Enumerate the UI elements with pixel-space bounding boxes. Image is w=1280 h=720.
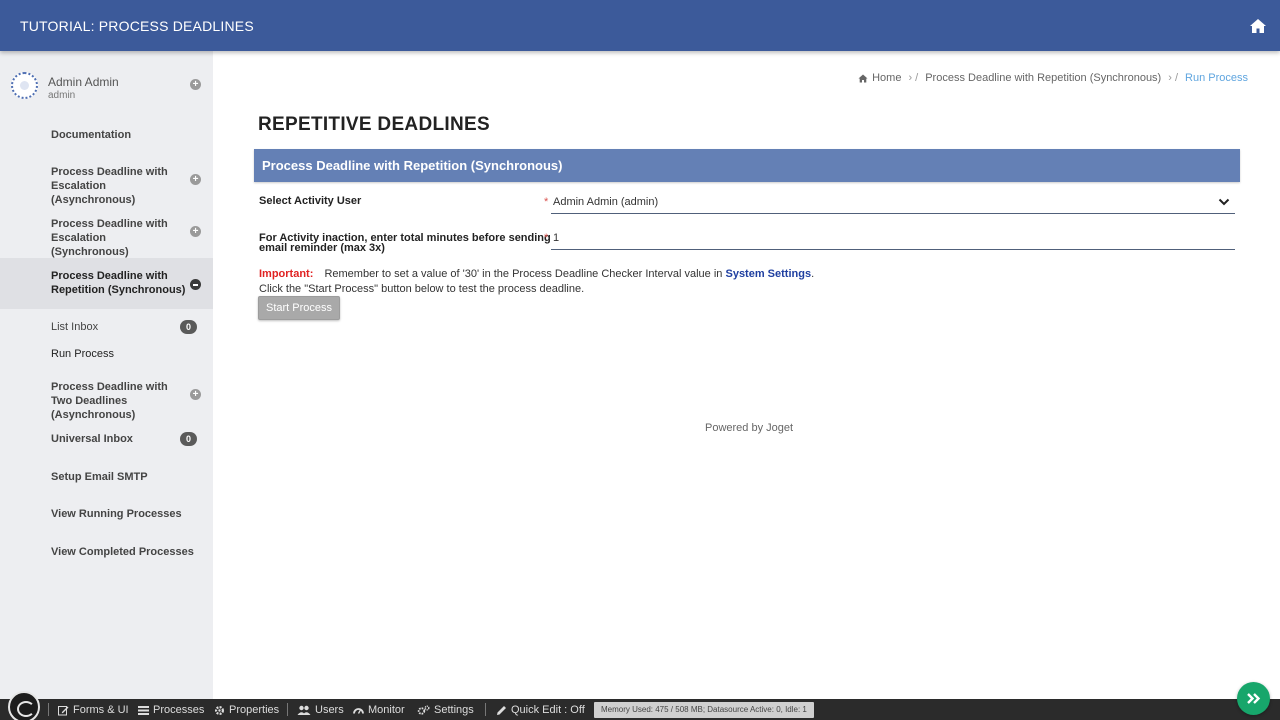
settings-button[interactable]: Settings [417, 704, 474, 716]
page-title: REPETITIVE DEADLINES [258, 114, 490, 135]
users-label: Users [315, 704, 344, 716]
admin-bar-separator [287, 703, 288, 716]
breadcrumb-home[interactable]: Home [872, 72, 901, 84]
sidebar-item-label: Process Deadline with Escalation (Asynch… [51, 166, 168, 206]
important-label: Important: [259, 268, 314, 280]
sidebar-item-escalation-sync[interactable]: Process Deadline with Escalation (Synchr… [0, 211, 213, 258]
home-button[interactable] [1236, 0, 1280, 51]
form-title: Process Deadline with Repetition (Synchr… [262, 158, 563, 173]
activity-user-label: Select Activity User [259, 195, 362, 207]
sidebar-item-label: Process Deadline with Escalation (Synchr… [51, 218, 168, 258]
user-name: Admin Admin [48, 75, 119, 89]
breadcrumb-current: Run Process [1185, 72, 1248, 84]
sidebar-item-label: Universal Inbox [51, 433, 133, 445]
user-menu-plus-icon[interactable]: + [190, 79, 201, 90]
processes-button[interactable]: Processes [138, 704, 204, 716]
processes-label: Processes [153, 704, 205, 716]
sidebar-item-setup-email[interactable]: Setup Email SMTP [0, 465, 213, 487]
sidebar-item-label: Run Process [51, 348, 114, 360]
gear-icon [214, 705, 225, 715]
sidebar-item-label: Setup Email SMTP [51, 471, 148, 483]
admin-bar: Forms & UI Processes Properties Users Mo… [0, 691, 1280, 720]
sidebar-item-run-process[interactable]: Run Process [0, 343, 213, 365]
settings-label: Settings [434, 704, 474, 716]
user-box: Admin Admin admin + [0, 51, 213, 121]
monitor-button[interactable]: Monitor [353, 704, 405, 716]
home-icon [858, 74, 868, 82]
cogs-icon [417, 705, 430, 715]
required-marker: * [544, 232, 549, 244]
avatar[interactable] [11, 72, 38, 99]
minutes-underline [551, 249, 1235, 250]
breadcrumb-parent[interactable]: Process Deadline with Repetition (Synchr… [925, 72, 1161, 84]
chevron-down-icon[interactable] [1218, 197, 1230, 207]
important-end: . [811, 268, 815, 280]
important-note: Important: Remember to set a value of '3… [259, 268, 814, 280]
powered-by: Powered by Joget [705, 422, 794, 434]
properties-label: Properties [229, 704, 280, 716]
breadcrumb-separator: › / [908, 72, 919, 84]
inbox-count-badge: 0 [180, 432, 197, 446]
start-hint: Click the "Start Process" button below t… [259, 283, 585, 295]
sidebar-item-completed-processes[interactable]: View Completed Processes [0, 540, 213, 562]
home-icon [1250, 18, 1266, 33]
expand-plus-icon[interactable]: + [190, 389, 201, 400]
sidebar-item-label: List Inbox [51, 321, 99, 333]
expand-admin-button[interactable] [1237, 682, 1270, 715]
joget-logo[interactable] [8, 691, 40, 720]
sidebar-item-label: View Completed Processes [51, 546, 194, 558]
admin-bar-separator [485, 703, 486, 716]
sidebar-item-label: Documentation [51, 129, 132, 141]
sidebar-item-label: View Running Processes [51, 508, 182, 520]
admin-bar-separator [48, 703, 49, 716]
monitor-label: Monitor [368, 704, 405, 716]
form-header: Process Deadline with Repetition (Synchr… [254, 149, 1240, 182]
inbox-count-badge: 0 [180, 320, 197, 334]
sidebar-item-label: Process Deadline with Two Deadlines (Asy… [51, 381, 168, 421]
list-icon [138, 705, 149, 715]
users-button[interactable]: Users [297, 704, 344, 716]
minutes-label-line2: email reminder (max 3x) [259, 242, 385, 254]
memory-status: Memory Used: 475 / 508 MB; Datasource Ac… [594, 702, 814, 718]
sidebar-item-running-processes[interactable]: View Running Processes [0, 503, 213, 525]
app-header: TUTORIAL: PROCESS DEADLINES [0, 0, 1280, 51]
quick-edit-toggle[interactable]: Quick Edit : Off [496, 704, 585, 716]
important-text: Remember to set a value of '30' in the P… [324, 268, 723, 280]
system-settings-link[interactable]: System Settings [725, 268, 811, 280]
sidebar-item-list-inbox[interactable]: List Inbox 0 [0, 316, 213, 338]
quick-edit-label: Quick Edit : Off [511, 704, 585, 716]
sidebar-item-label: Process Deadline with Repetition (Synchr… [51, 270, 186, 296]
expand-plus-icon[interactable]: + [190, 174, 201, 185]
sidebar-item-two-deadlines-async[interactable]: Process Deadline with Two Deadlines (Asy… [0, 374, 213, 421]
breadcrumb: Home › / Process Deadline with Repetitio… [858, 72, 1248, 84]
sidebar-item-documentation[interactable]: Documentation [0, 121, 213, 149]
start-process-button[interactable]: Start Process [258, 296, 340, 320]
sidebar: Admin Admin admin + Documentation Proces… [0, 51, 213, 699]
dashboard-icon [353, 707, 364, 714]
expand-plus-icon[interactable]: + [190, 226, 201, 237]
app-title[interactable]: TUTORIAL: PROCESS DEADLINES [20, 18, 254, 34]
activity-user-underline [551, 213, 1235, 214]
pencil-icon [497, 705, 506, 715]
forms-ui-button[interactable]: Forms & UI [58, 704, 129, 716]
required-marker: * [544, 196, 549, 208]
collapse-minus-icon[interactable] [190, 279, 201, 290]
sidebar-item-repetition-sync[interactable]: Process Deadline with Repetition (Synchr… [0, 258, 213, 309]
properties-button[interactable]: Properties [214, 704, 279, 716]
double-chevron-right-icon [1247, 693, 1261, 704]
activity-user-select[interactable]: Admin Admin (admin) [553, 196, 658, 208]
edit-icon [58, 705, 69, 715]
sidebar-item-escalation-async[interactable]: Process Deadline with Escalation (Asynch… [0, 159, 213, 206]
users-icon [297, 705, 311, 715]
sidebar-item-universal-inbox[interactable]: Universal Inbox 0 [0, 428, 213, 450]
user-login: admin [48, 90, 76, 101]
minutes-input[interactable]: 1 [553, 232, 559, 244]
forms-ui-label: Forms & UI [73, 704, 129, 716]
breadcrumb-separator: › / [1168, 72, 1179, 84]
